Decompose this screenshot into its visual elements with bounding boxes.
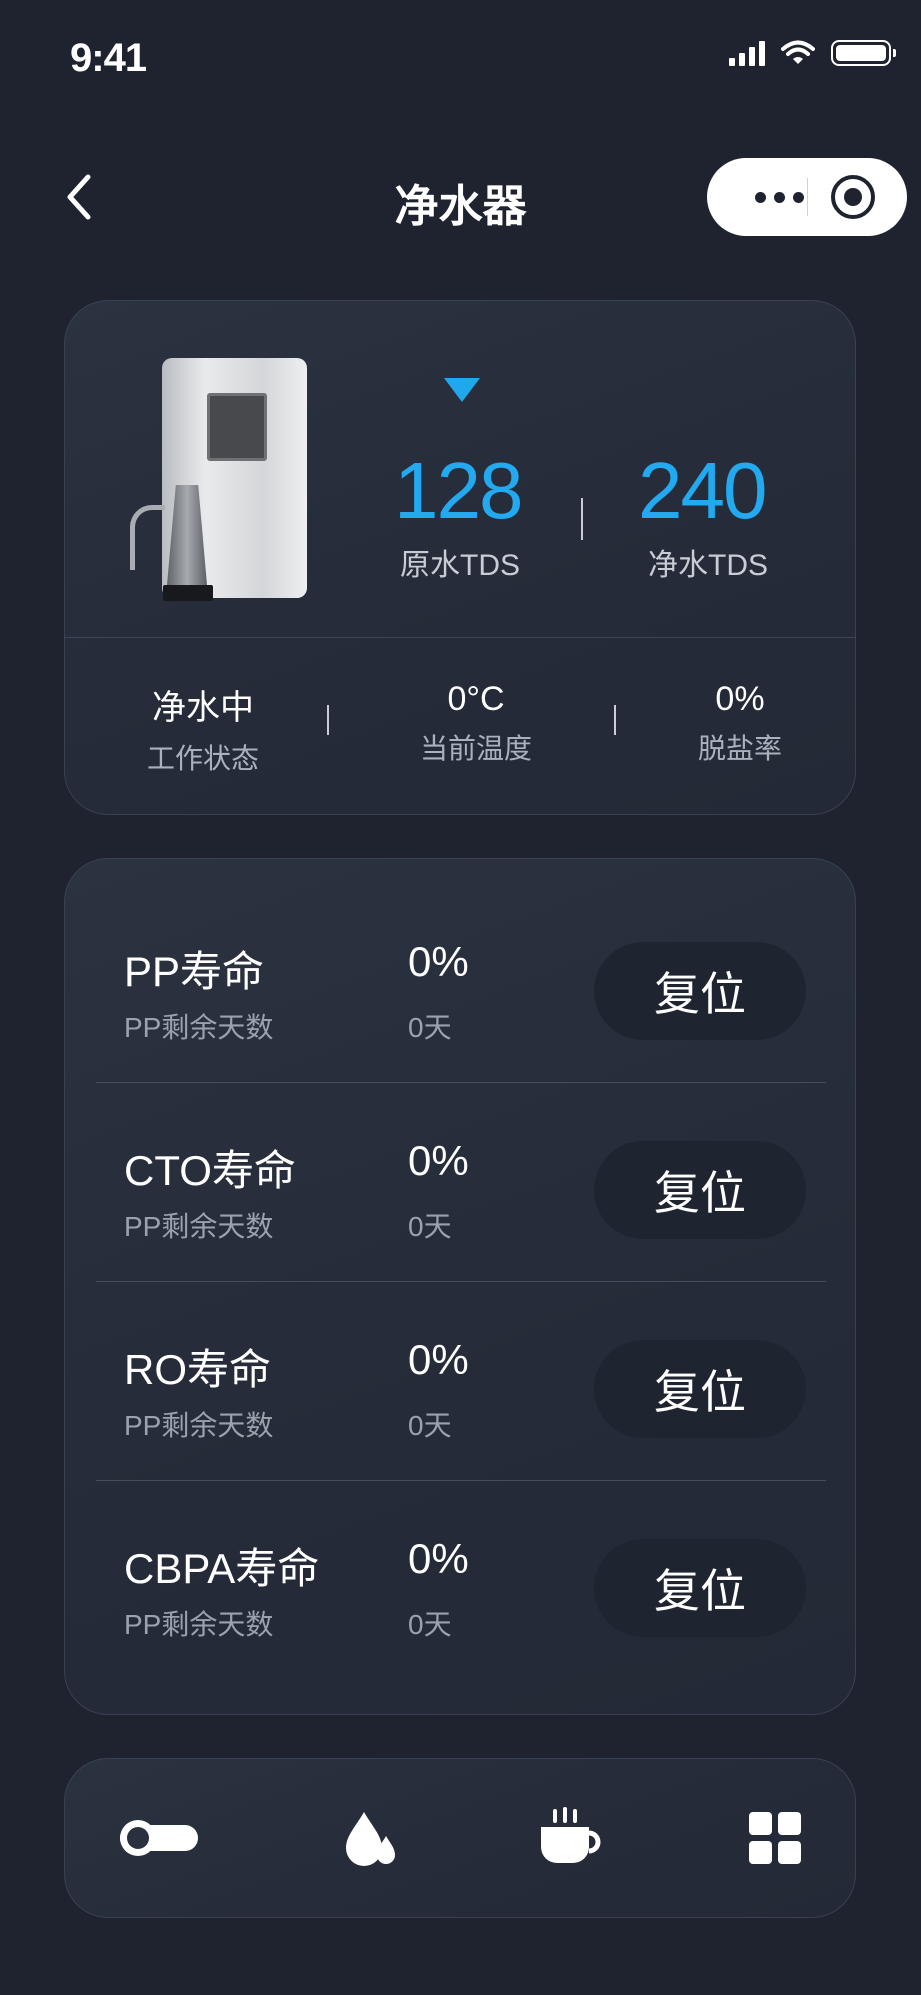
indicator-triangle-icon [444,378,480,402]
signal-icon [729,40,765,66]
close-target-icon[interactable] [831,175,875,219]
current-temperature: 0°C 当前温度 [376,680,576,767]
filter-name: CTO寿命 [124,1147,296,1194]
capsule-divider [807,178,808,216]
temperature-value: 0°C [447,680,505,718]
toggle-icon [120,1820,198,1856]
pure-tds-value: 240 [638,446,767,535]
filter-name: CBPA寿命 [124,1545,320,1592]
filter-percent: 0% [408,1137,469,1184]
hot-cup-icon [541,1807,601,1863]
tab-hot-drink[interactable] [510,1798,630,1878]
wifi-icon [781,40,815,64]
raw-tds-label: 原水TDS [400,549,520,582]
more-icon[interactable] [741,158,817,236]
filter-row-ro: RO寿命 PP剩余天数 0% 0天 复位 [64,1256,856,1455]
filter-row-cbpa: CBPA寿命 PP剩余天数 0% 0天 复位 [64,1455,856,1654]
filter-sub-label: PP剩余天数 [124,1410,274,1441]
filter-row-pp: PP寿命 PP剩余天数 0% 0天 复位 [64,858,856,1057]
reset-button[interactable]: 复位 [594,1340,806,1438]
reset-button[interactable]: 复位 [594,1141,806,1239]
desalination-label: 脱盐率 [697,733,782,764]
tab-toggle[interactable] [99,1798,219,1878]
overview-divider [64,637,856,638]
water-drops-icon [346,1812,395,1866]
filter-days: 0天 [408,1012,452,1043]
status-icons [729,40,896,66]
desalination-value: 0% [715,680,765,718]
raw-tds-value: 128 [394,446,523,535]
reset-button[interactable]: 复位 [594,942,806,1040]
tds-divider [581,498,583,540]
filter-name: RO寿命 [124,1346,272,1393]
work-status-label: 工作状态 [146,743,259,774]
work-status: 净水中 工作状态 [103,680,303,777]
stat-divider [614,705,616,735]
tab-water[interactable] [310,1798,430,1878]
grid-icon [749,1812,801,1864]
tab-more[interactable] [715,1798,835,1878]
filter-name: PP寿命 [124,948,265,995]
filter-days: 0天 [408,1609,452,1640]
filter-percent: 0% [408,1535,469,1582]
pure-tds-label: 净水TDS [648,549,768,582]
desalination-rate: 0% 脱盐率 [640,680,840,767]
battery-icon [831,40,896,66]
filter-days: 0天 [408,1211,452,1242]
filter-sub-label: PP剩余天数 [124,1012,274,1043]
mini-program-capsule [707,158,907,236]
reset-button[interactable]: 复位 [594,1539,806,1637]
faucet-icon [130,505,165,570]
filter-row-cto: CTO寿命 PP剩余天数 0% 0天 复位 [64,1057,856,1256]
filter-percent: 0% [408,938,469,985]
stat-divider [327,705,329,735]
filter-base [163,585,213,601]
filter-sub-label: PP剩余天数 [124,1609,274,1640]
work-status-value: 净水中 [152,689,254,727]
filter-percent: 0% [408,1336,469,1383]
filter-sub-label: PP剩余天数 [124,1211,274,1242]
temperature-label: 当前温度 [419,733,532,764]
status-time: 9:41 [70,36,147,80]
filter-days: 0天 [408,1410,452,1441]
